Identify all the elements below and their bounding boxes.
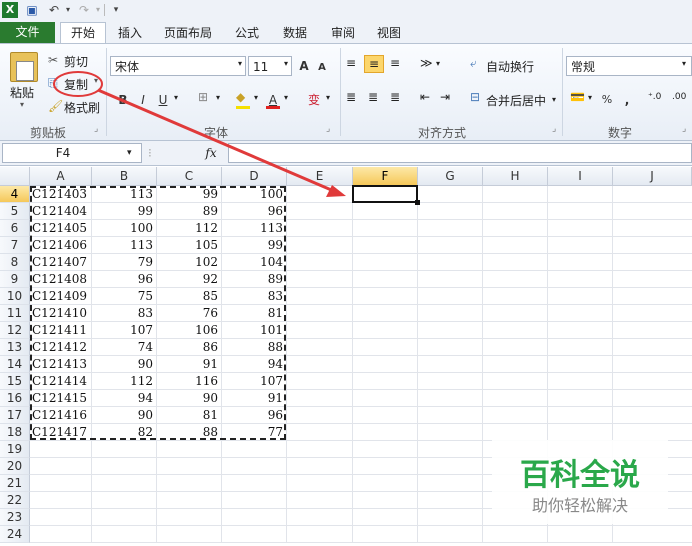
copy-highlight-circle [53,71,103,97]
annotation-arrow-head [326,185,346,197]
annotation-arrow-line [97,88,337,194]
annotation-overlay [53,71,346,197]
